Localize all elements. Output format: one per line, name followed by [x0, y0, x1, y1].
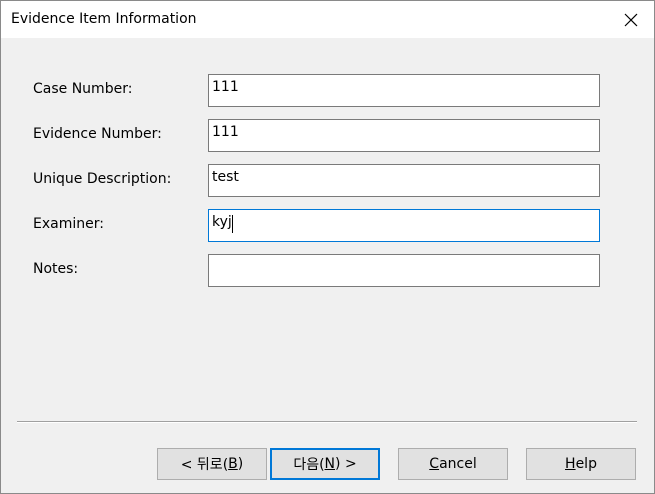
close-button[interactable]	[608, 1, 654, 38]
notes-label: Notes:	[33, 261, 79, 277]
text-caret	[232, 215, 233, 233]
close-icon	[624, 13, 638, 26]
notes-field[interactable]	[208, 254, 600, 287]
evidence-number-field[interactable]	[208, 119, 600, 152]
case-number-label: Case Number:	[33, 81, 133, 97]
examiner-field[interactable]	[208, 209, 600, 242]
notes-input[interactable]	[209, 255, 599, 286]
evidence-number-input[interactable]	[209, 120, 599, 151]
unique-description-label: Unique Description:	[33, 171, 172, 187]
unique-description-input[interactable]	[209, 165, 599, 196]
unique-description-field[interactable]	[208, 164, 600, 197]
next-button[interactable]: 다음(N) >	[270, 448, 380, 480]
examiner-label: Examiner:	[33, 216, 104, 232]
back-button[interactable]: < 뒤로(B)	[157, 448, 267, 480]
case-number-input[interactable]	[209, 75, 599, 106]
help-button[interactable]: Help	[526, 448, 636, 480]
window-title: Evidence Item Information	[11, 11, 197, 27]
evidence-item-dialog: Evidence Item Information Case Number: E…	[0, 0, 655, 494]
examiner-input[interactable]	[209, 210, 599, 241]
cancel-button[interactable]: Cancel	[398, 448, 508, 480]
evidence-number-label: Evidence Number:	[33, 126, 162, 142]
title-bar: Evidence Item Information	[1, 1, 654, 38]
button-divider	[17, 421, 637, 423]
case-number-field[interactable]	[208, 74, 600, 107]
